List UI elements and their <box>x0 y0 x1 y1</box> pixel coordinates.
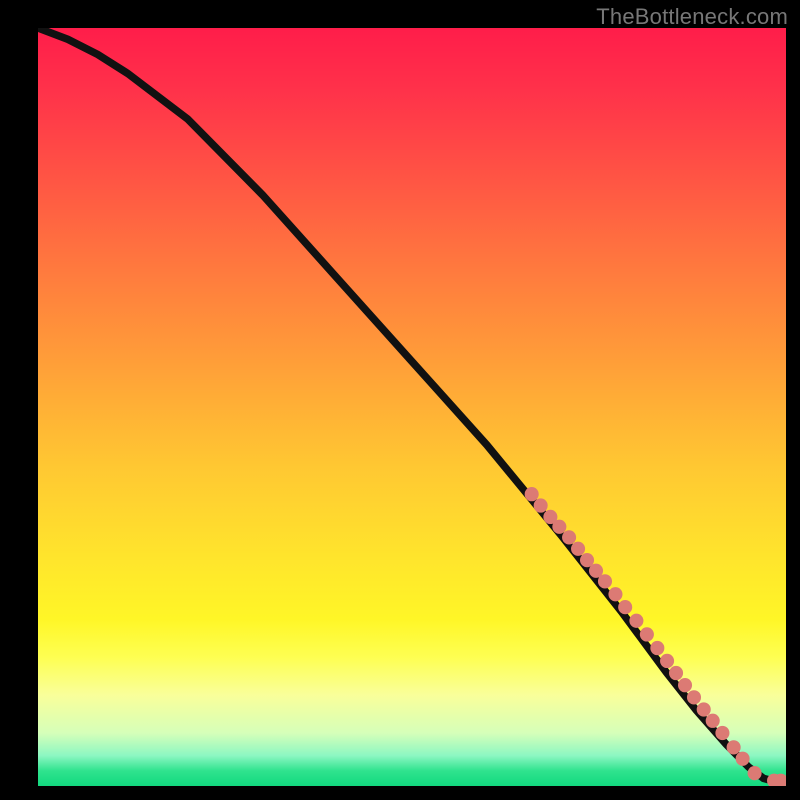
data-marker <box>618 600 632 614</box>
data-marker <box>727 740 741 754</box>
data-marker <box>598 574 612 588</box>
data-marker <box>697 702 711 716</box>
data-marker <box>669 666 683 680</box>
marker-group <box>525 487 786 786</box>
data-marker <box>650 641 664 655</box>
data-marker <box>534 498 548 512</box>
data-marker <box>608 587 622 601</box>
data-marker <box>571 542 585 556</box>
data-marker <box>678 678 692 692</box>
attribution-label: TheBottleneck.com <box>596 4 788 30</box>
data-marker <box>552 520 566 534</box>
data-marker <box>715 726 729 740</box>
chart-container: TheBottleneck.com <box>0 0 800 800</box>
data-marker <box>525 487 539 501</box>
data-marker <box>687 690 701 704</box>
data-marker <box>640 627 654 641</box>
data-marker <box>736 752 750 766</box>
data-marker <box>562 530 576 544</box>
data-marker <box>629 614 643 628</box>
chart-overlay <box>38 28 786 786</box>
data-marker <box>748 766 762 780</box>
data-marker <box>706 714 720 728</box>
plot-area <box>38 28 786 786</box>
data-marker <box>660 654 674 668</box>
